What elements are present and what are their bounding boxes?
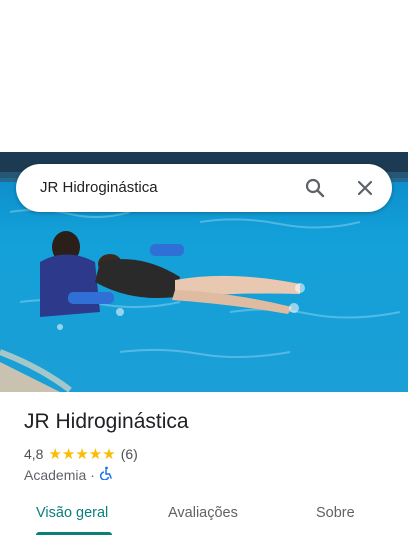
tab-overview[interactable]: Visão geral	[36, 505, 108, 521]
category-row: Academia ·	[24, 466, 113, 483]
blank-header-area	[0, 0, 408, 152]
place-category: Academia	[24, 466, 87, 483]
tab-about[interactable]: Sobre	[316, 505, 355, 521]
tab-reviews[interactable]: Avaliações	[168, 505, 238, 521]
rating-row[interactable]: 4,8 ★★★★★ (6)	[24, 445, 138, 463]
search-bar[interactable]: JR Hidroginástica	[16, 164, 392, 212]
active-tab-indicator	[36, 532, 112, 535]
search-query-text[interactable]: JR Hidroginástica	[40, 179, 158, 196]
wheelchair-icon	[99, 466, 113, 483]
separator-dot: ·	[90, 466, 95, 483]
place-tabs: Visão geral Avaliações Sobre	[0, 495, 408, 544]
close-icon[interactable]	[352, 175, 378, 201]
place-title: JR Hidroginástica	[24, 410, 189, 433]
star-rating-icon: ★★★★★	[48, 446, 116, 463]
rating-value: 4,8	[24, 446, 44, 462]
review-count[interactable]: (6)	[121, 446, 138, 462]
search-icon[interactable]	[302, 175, 328, 201]
